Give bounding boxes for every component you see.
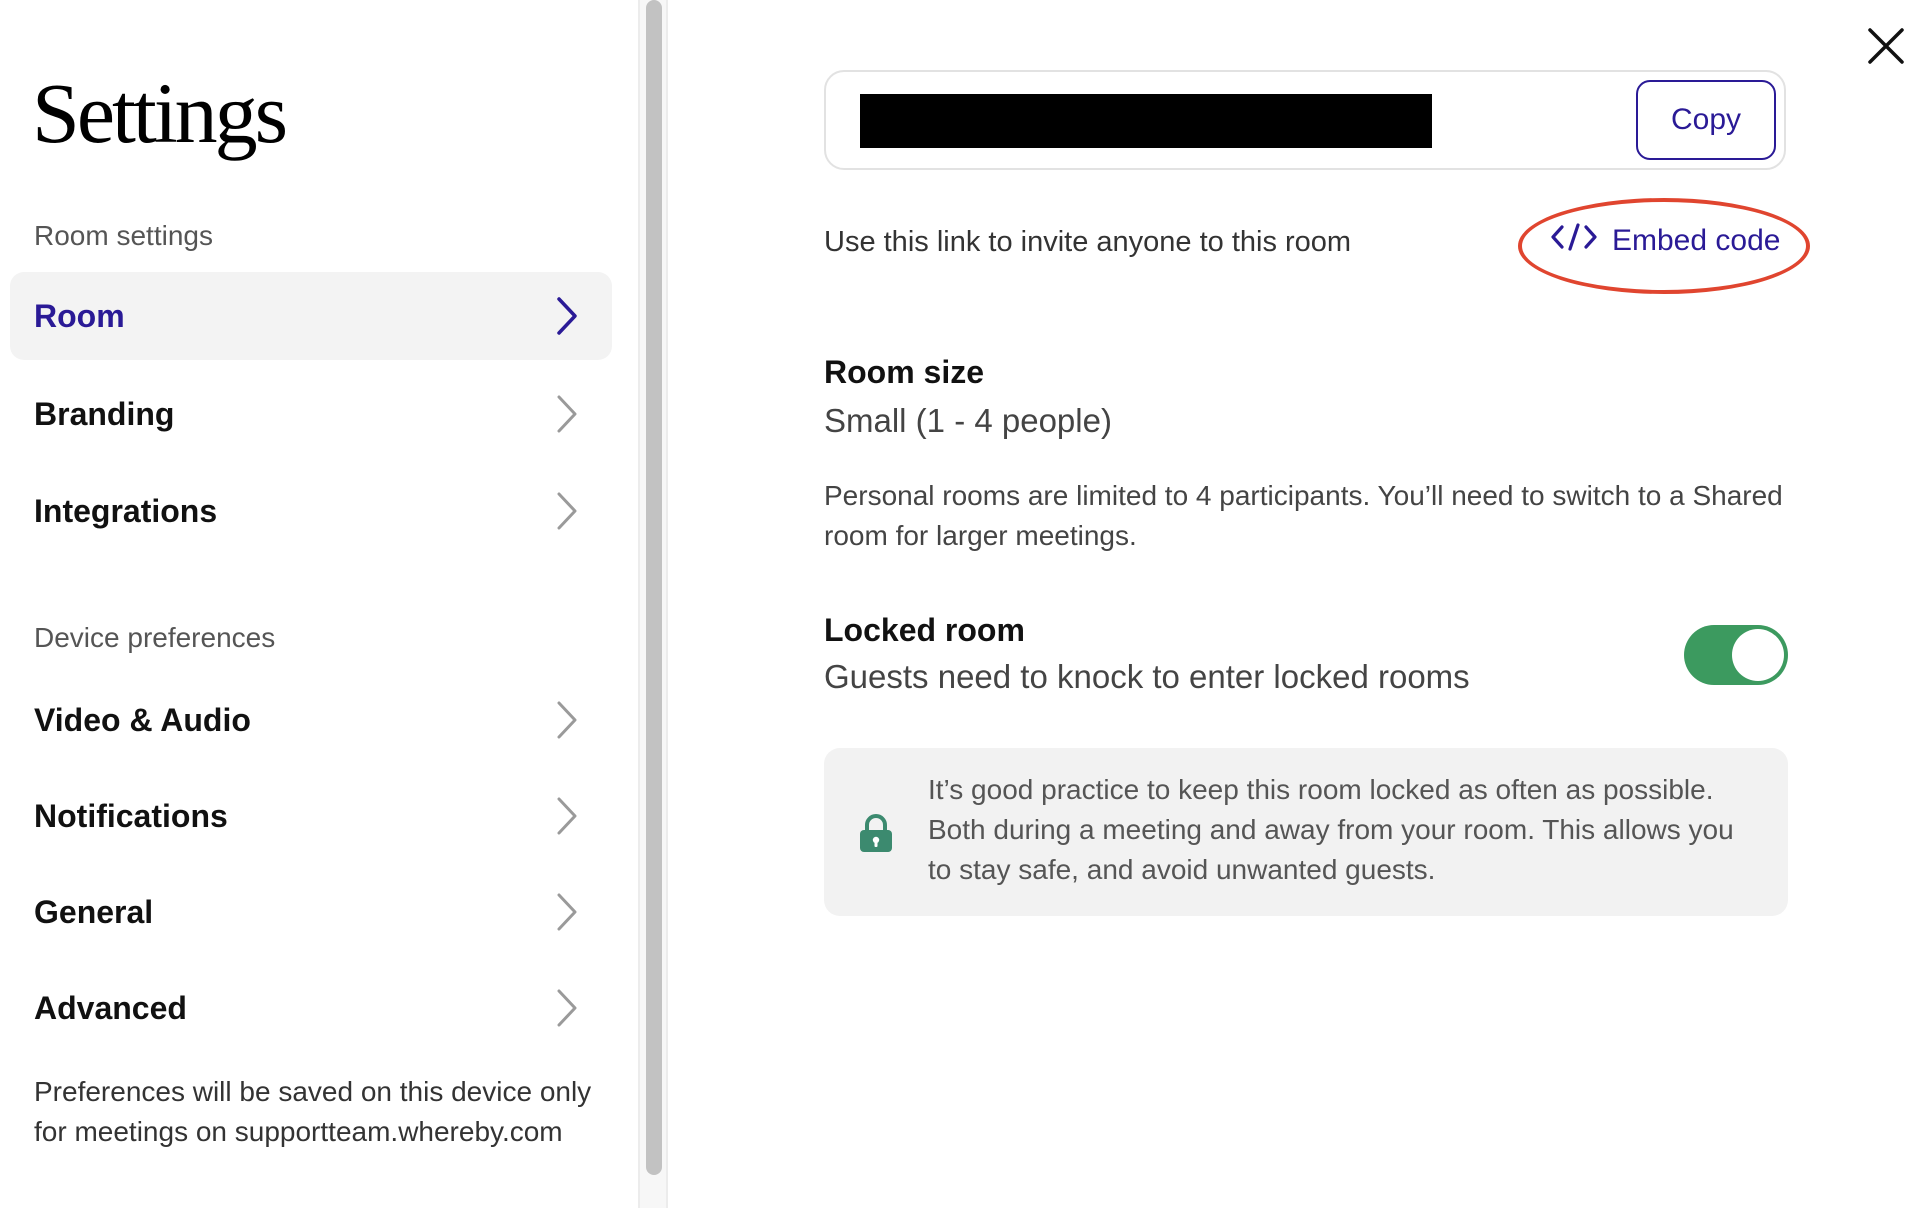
toggle-knob	[1732, 629, 1784, 681]
copy-button[interactable]: Copy	[1636, 80, 1776, 160]
room-link-value[interactable]	[860, 94, 1432, 148]
locked-room-toggle[interactable]	[1684, 625, 1788, 685]
sidebar-item-label: Notifications	[34, 797, 228, 834]
locked-room-info-box: It’s good practice to keep this room loc…	[824, 748, 1788, 916]
invite-hint: Use this link to invite anyone to this r…	[824, 226, 1352, 258]
embed-code-link[interactable]: Embed code	[1550, 222, 1780, 260]
section-label-room-settings: Room settings	[34, 220, 213, 251]
chevron-right-icon	[556, 394, 578, 434]
sidebar-item-notifications[interactable]: Notifications	[10, 772, 612, 860]
sidebar-item-branding[interactable]: Branding	[10, 370, 612, 458]
sidebar-item-label: Integrations	[34, 492, 218, 529]
locked-room-info-text: It’s good practice to keep this room loc…	[928, 774, 1734, 885]
sidebar-item-label: Room	[34, 297, 125, 334]
sidebar-item-label: Advanced	[34, 989, 187, 1026]
chevron-right-icon	[556, 796, 578, 836]
embed-code-label: Embed code	[1612, 224, 1781, 257]
room-size-title: Room size	[824, 354, 985, 390]
preferences-note: Preferences will be saved on this device…	[34, 1076, 592, 1147]
section-label-device-preferences: Device preferences	[34, 622, 276, 653]
sidebar-item-room[interactable]: Room	[10, 272, 612, 360]
room-size-value: Small (1 - 4 people)	[824, 402, 1112, 439]
lock-icon	[858, 814, 894, 859]
chevron-right-icon	[556, 491, 578, 531]
sidebar-item-video-audio[interactable]: Video & Audio	[10, 676, 612, 764]
sidebar-item-general[interactable]: General	[10, 868, 612, 956]
sidebar-item-label: General	[34, 893, 154, 930]
close-button[interactable]	[1862, 22, 1910, 70]
chevron-right-icon	[556, 988, 578, 1028]
settings-sidebar: Settings Room settings Room Branding Int…	[0, 0, 640, 1208]
room-size-note: Personal rooms are limited to 4 particip…	[824, 480, 1783, 551]
chevron-right-icon	[556, 892, 578, 932]
chevron-right-icon	[556, 700, 578, 740]
sidebar-item-label: Video & Audio	[34, 701, 251, 738]
locked-room-description: Guests need to knock to enter locked roo…	[824, 658, 1470, 695]
sidebar-item-integrations[interactable]: Integrations	[10, 467, 612, 555]
close-icon	[1862, 28, 1910, 74]
code-icon	[1550, 222, 1598, 260]
locked-room-title: Locked room	[824, 612, 1025, 648]
sidebar-item-advanced[interactable]: Advanced	[10, 964, 612, 1052]
sidebar-item-label: Branding	[34, 395, 175, 432]
sidebar-scrollbar-thumb[interactable]	[646, 0, 662, 1175]
chevron-right-icon	[556, 296, 578, 336]
settings-title: Settings	[32, 65, 288, 161]
room-link-field[interactable]: Copy	[824, 70, 1786, 170]
